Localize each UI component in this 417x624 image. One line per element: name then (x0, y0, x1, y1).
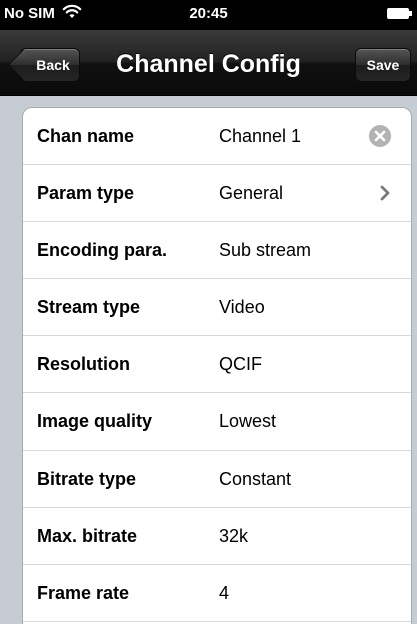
row-stream-type[interactable]: Stream type Video (23, 279, 411, 337)
row-value: Constant (219, 468, 292, 489)
row-max-bitrate[interactable]: Max. bitrate 32k (23, 508, 411, 565)
chevron-right-icon (380, 185, 390, 201)
row-value: Lowest (219, 411, 277, 432)
row-label: Chan name (37, 126, 135, 146)
row-label: Frame rate (37, 582, 130, 603)
row-image-quality[interactable]: Image quality Lowest (23, 393, 411, 451)
row-label: Param type (37, 183, 135, 204)
row-encoding-para[interactable]: Encoding para. Sub stream (23, 222, 411, 280)
clock: 20:45 (189, 5, 228, 22)
settings-table: Chan name Channel 1 Param type General E… (22, 107, 412, 624)
row-param-type[interactable]: Param type General (23, 165, 411, 223)
row-value: 4 (219, 582, 230, 603)
row-label: Stream type (37, 297, 141, 318)
row-label: Encoding para. (37, 240, 168, 261)
row-value: QCIF (219, 354, 262, 375)
row-label: Image quality (37, 411, 153, 432)
clear-icon[interactable] (369, 125, 391, 147)
back-button-label: Back (36, 57, 70, 73)
row-chan-name[interactable]: Chan name Channel 1 (23, 108, 411, 166)
row-label: Resolution (37, 354, 130, 375)
row-bitrate-type[interactable]: Bitrate type Constant (23, 451, 411, 508)
save-button[interactable]: Save (355, 48, 411, 82)
row-frame-rate[interactable]: Frame rate 4 (23, 565, 411, 622)
status-bar: No SIM 20:45 (0, 0, 417, 30)
row-label: Bitrate type (37, 468, 137, 489)
row-value: 32k (219, 525, 249, 546)
row-value: Video (219, 297, 265, 318)
row-value: General (219, 183, 284, 204)
row-value: Sub stream (219, 240, 312, 261)
row-resolution[interactable]: Resolution QCIF (23, 336, 411, 394)
navigation-bar: Back Channel Config Save (0, 30, 417, 96)
chan-name-input[interactable]: Channel 1 (219, 126, 301, 147)
row-label: Max. bitrate (37, 525, 138, 546)
battery-icon (387, 8, 412, 19)
